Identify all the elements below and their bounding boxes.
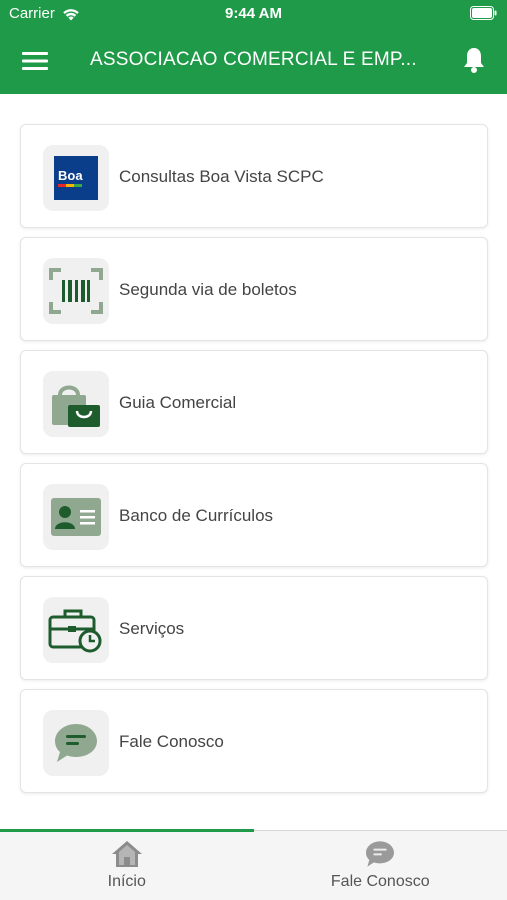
card-fale-conosco[interactable]: Fale Conosco	[20, 689, 488, 793]
shopping-bag-icon	[52, 385, 100, 427]
barcode-scan-icon	[49, 268, 103, 314]
briefcase-clock-icon	[48, 609, 102, 653]
home-icon	[111, 841, 142, 867]
svg-text:Boa: Boa	[58, 168, 83, 183]
card-icon-box	[43, 597, 109, 663]
tab-label: Início	[107, 873, 146, 890]
card-label: Banco de Currículos	[119, 506, 274, 525]
chat-bubble-icon	[366, 841, 395, 867]
card-label: Fale Conosco	[119, 732, 224, 751]
card-label: Serviços	[119, 619, 185, 638]
tab-label: Fale Conosco	[330, 873, 430, 890]
status-time: 9:44 AM	[225, 5, 282, 22]
card-segunda-via-boletos[interactable]: Segunda via de boletos	[20, 237, 488, 341]
hamburger-menu-icon	[22, 52, 48, 70]
card-label: Guia Comercial	[119, 393, 237, 412]
tab-icon	[363, 838, 397, 870]
tab-fale-conosco[interactable]: Fale Conosco	[254, 831, 507, 900]
navigation-bar: ASSOCIACAO COMERCIAL E EMP...	[0, 30, 507, 94]
card-icon-box: Boa	[43, 145, 109, 211]
card-icon-box	[43, 258, 109, 324]
boa-vista-logo: Boa	[54, 156, 98, 200]
tab-inicio[interactable]: Início	[0, 829, 254, 900]
chat-bubble-icon	[55, 724, 97, 762]
menu-button[interactable]	[20, 46, 50, 76]
card-guia-comercial[interactable]: Guia Comercial	[20, 350, 488, 454]
id-card-icon	[51, 498, 101, 536]
bell-icon	[464, 48, 484, 73]
battery-icon	[470, 6, 497, 20]
card-label: Consultas Boa Vista SCPC	[119, 167, 324, 186]
card-servicos[interactable]: Serviços	[20, 576, 488, 680]
notifications-button[interactable]	[459, 44, 489, 76]
page-title: ASSOCIACAO COMERCIAL E EMP...	[90, 49, 417, 70]
active-tab-indicator	[0, 829, 254, 832]
card-icon-box	[43, 710, 109, 776]
menu-card-list: Boa Consultas Boa Vista SCPC Segunda via	[20, 124, 488, 802]
bottom-tab-bar: Início Fale Conosco	[0, 829, 507, 900]
card-icon-box	[43, 484, 109, 550]
card-banco-curriculos[interactable]: Banco de Currículos	[20, 463, 488, 567]
card-icon-box	[43, 371, 109, 437]
card-label: Segunda via de boletos	[119, 280, 297, 299]
status-bar: Carrier 9:44 AM	[0, 0, 507, 30]
app-header: Carrier 9:44 AM ASSOCIACAO COMERCIAL E E…	[0, 0, 507, 94]
tab-icon	[110, 838, 144, 870]
card-consultas-boa-vista[interactable]: Boa Consultas Boa Vista SCPC	[20, 124, 488, 228]
